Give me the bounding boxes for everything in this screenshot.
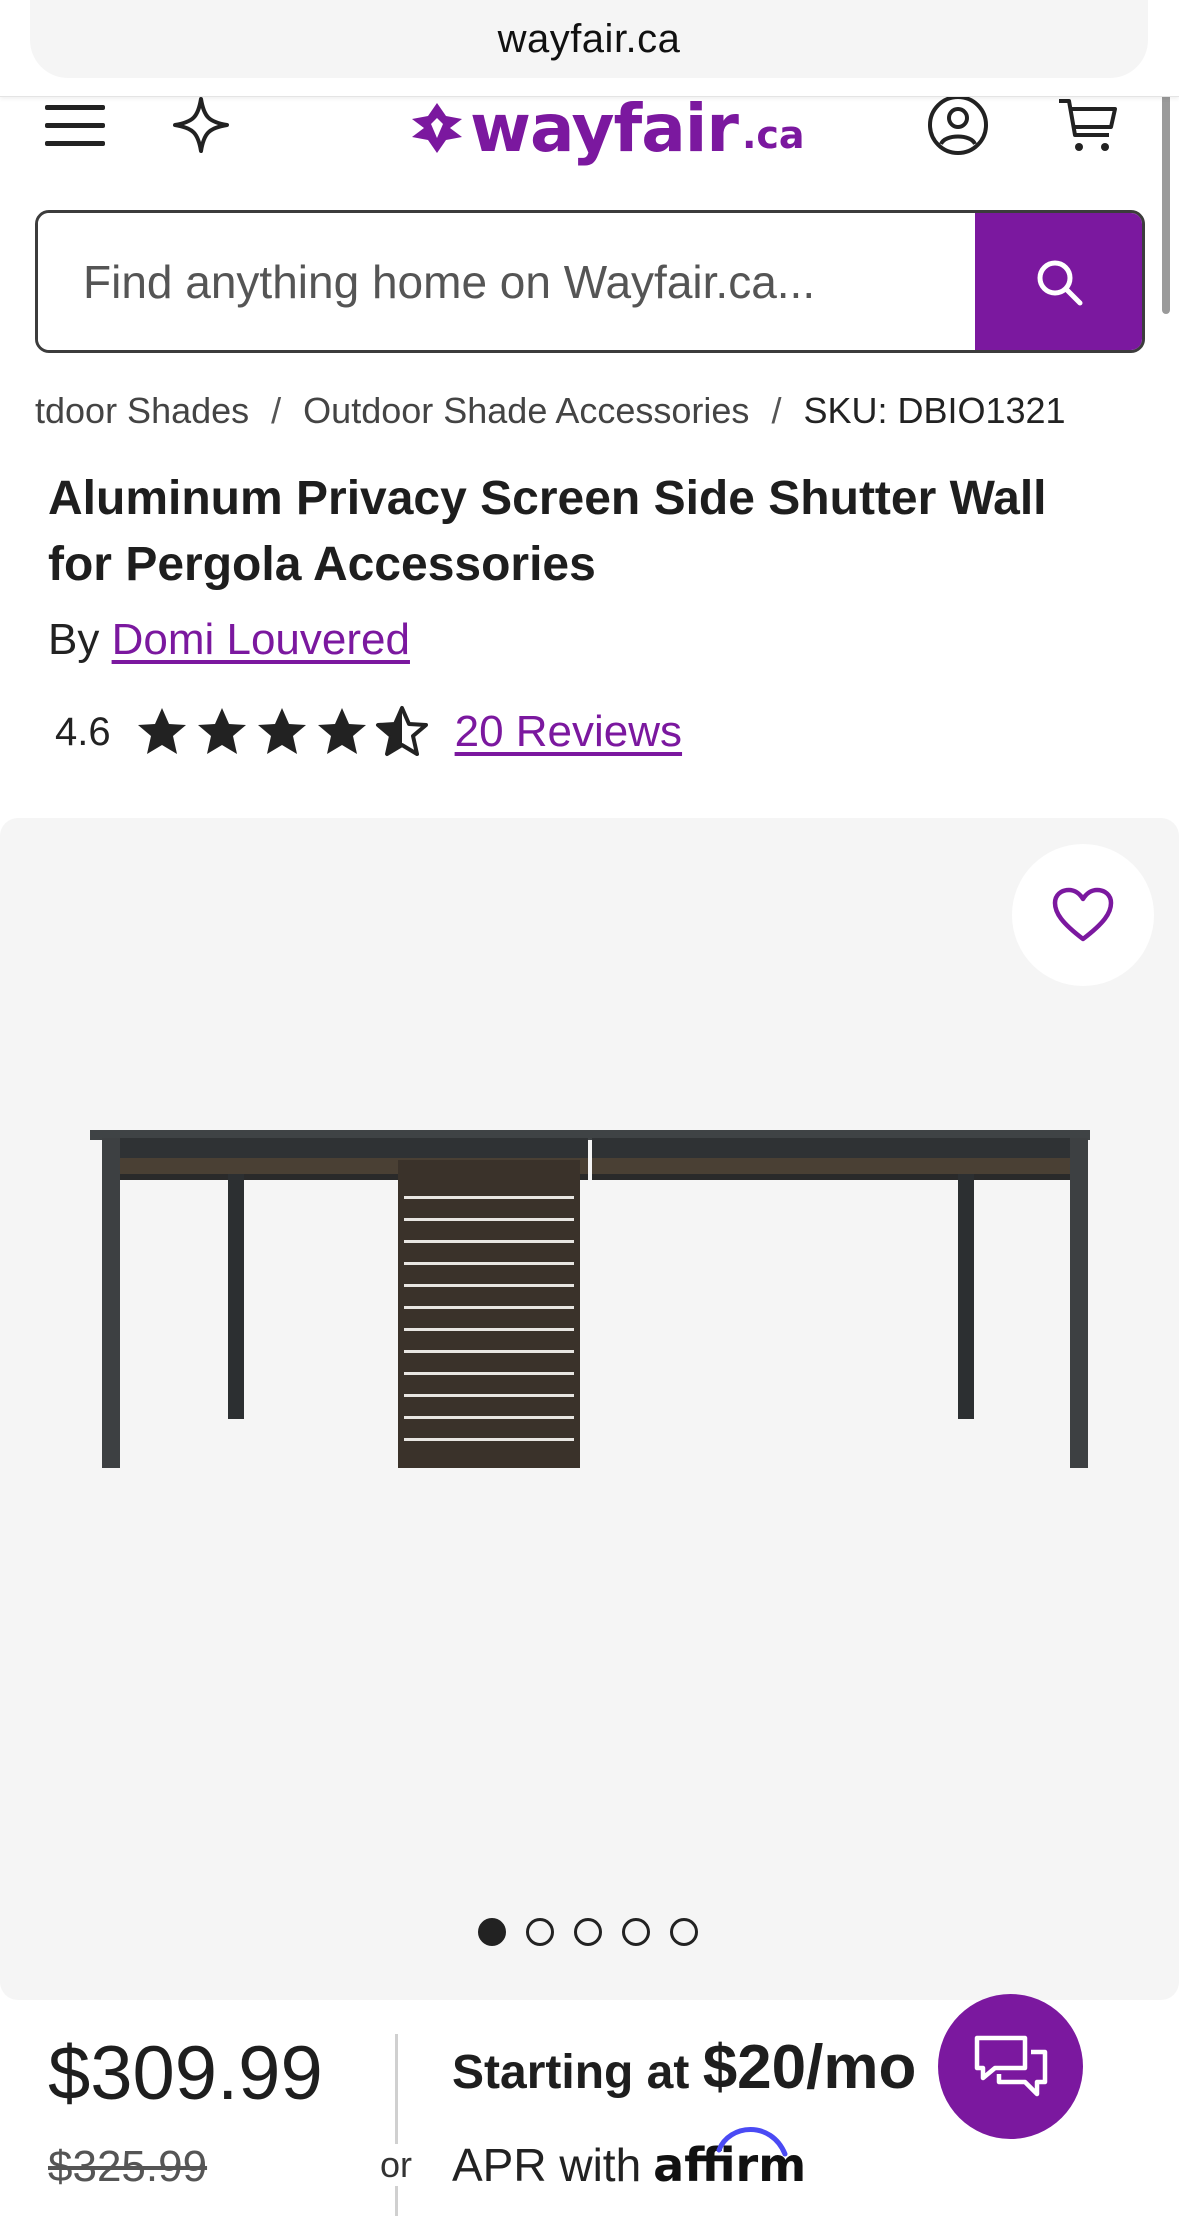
logo-suffix: .ca [741, 113, 805, 157]
search-input[interactable] [38, 213, 975, 350]
menu-icon[interactable] [44, 97, 106, 153]
financing-prefix: Starting at [452, 2046, 690, 2099]
carousel-dot[interactable] [622, 1918, 650, 1946]
logo-text: wayfair [470, 89, 739, 167]
rating-row: 4.6 20 Reviews [55, 700, 682, 764]
by-label: By [48, 615, 100, 664]
breadcrumb: tdoor Shades / Outdoor Shade Accessories… [35, 386, 1066, 436]
breadcrumb-separator: / [771, 390, 782, 431]
url-text: wayfair.ca [497, 16, 681, 61]
chat-button[interactable] [938, 1994, 1083, 2139]
star-icon [317, 708, 366, 754]
rating-value: 4.6 [55, 709, 111, 754]
financing-offer: Starting at $20/mo [452, 2032, 916, 2103]
breadcrumb-sku: SKU: DBIO1321 [803, 390, 1066, 431]
wayfair-logo[interactable]: wayfair .ca [410, 90, 805, 167]
product-byline: By Domi Louvered [48, 615, 410, 665]
carousel-dot[interactable] [574, 1918, 602, 1946]
financing-amount: $20/mo [702, 2033, 917, 2102]
sparkle-icon[interactable] [170, 97, 232, 153]
browser-url-bar: wayfair.ca [0, 0, 1179, 97]
breadcrumb-separator: / [271, 390, 282, 431]
or-label: or [378, 2144, 415, 2186]
cart-icon[interactable] [1056, 97, 1120, 153]
reviews-link[interactable]: 20 Reviews [455, 707, 682, 757]
brand-link[interactable]: Domi Louvered [112, 615, 410, 664]
breadcrumb-item[interactable]: Outdoor Shade Accessories [303, 390, 749, 432]
star-rating[interactable] [135, 705, 429, 759]
heart-icon [1052, 887, 1114, 942]
search-bar [35, 210, 1145, 353]
carousel-dots [478, 1918, 698, 1946]
product-image [90, 1130, 1090, 1468]
site-header: wayfair .ca [0, 90, 1179, 207]
breadcrumb-item[interactable]: tdoor Shades [35, 390, 249, 432]
url-field[interactable]: wayfair.ca [30, 0, 1148, 78]
current-price: $309.99 [48, 2031, 323, 2116]
was-price: $325.99 [48, 2142, 208, 2191]
star-icon [197, 708, 246, 754]
favorite-button[interactable] [1012, 844, 1154, 986]
carousel-dot[interactable] [526, 1918, 554, 1946]
star-icon [257, 708, 306, 754]
affirm-arc-icon [716, 2127, 788, 2157]
carousel-dot[interactable] [478, 1918, 506, 1946]
chat-icon [974, 2035, 1047, 2096]
price-divider [395, 2034, 398, 2216]
affirm-logo: affirm [653, 2127, 806, 2192]
product-image-carousel[interactable] [0, 818, 1179, 2000]
half-star-icon [375, 706, 428, 756]
apr-line[interactable]: APR with affirm [452, 2127, 806, 2192]
apr-text: APR with [452, 2139, 642, 2191]
search-button[interactable] [975, 213, 1142, 350]
search-icon [1037, 260, 1082, 305]
product-title: Aluminum Privacy Screen Side Shutter Wal… [48, 472, 1047, 591]
star-icon [137, 708, 186, 754]
carousel-dot[interactable] [670, 1918, 698, 1946]
account-icon[interactable] [926, 95, 990, 155]
logo-mark-icon [412, 103, 462, 153]
